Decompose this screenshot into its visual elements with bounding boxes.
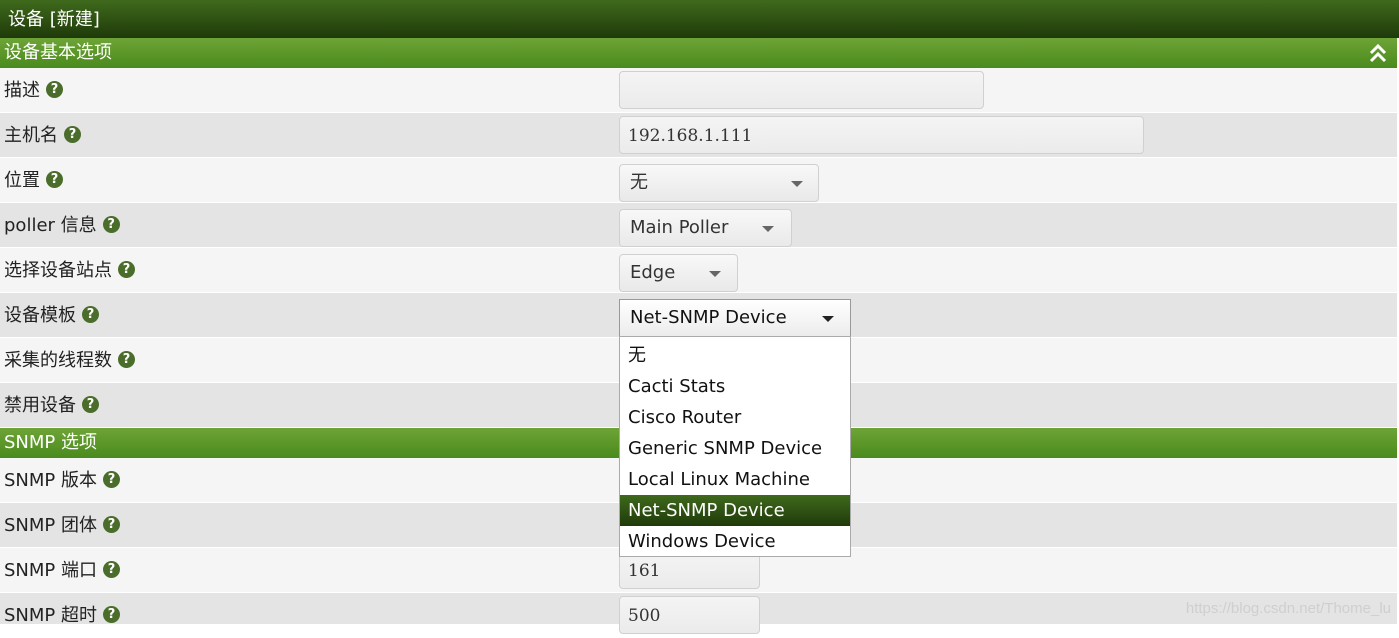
chevron-down-icon [791, 181, 803, 187]
field-label-disable: 禁用设备? [4, 383, 99, 428]
field-label-location: 位置? [4, 158, 63, 203]
poller-select[interactable]: Main Poller [619, 209, 792, 247]
dropdown-option[interactable]: Generic SNMP Device [620, 433, 850, 464]
field-label-template: 设备模板? [4, 293, 99, 338]
section-header-basic[interactable]: 设备基本选项 [0, 38, 1397, 68]
watermark: https://blog.csdn.net/Thome_lu [1185, 600, 1391, 617]
form-row-hostname: 主机名? 192.168.1.111 [0, 113, 1397, 158]
dropdown-option[interactable]: Windows Device [620, 526, 850, 557]
dropdown-option[interactable]: Local Linux Machine [620, 464, 850, 495]
help-icon[interactable]: ? [102, 216, 120, 233]
double-chevron-up-icon[interactable] [1369, 43, 1387, 63]
help-icon[interactable]: ? [82, 396, 99, 413]
form-row-description: 描述? [0, 68, 1397, 113]
site-select[interactable]: Edge [619, 254, 738, 292]
field-label-snmp-community: SNMP 团体? [4, 503, 120, 548]
window-title: 设备 [新建] [0, 0, 1399, 38]
help-icon[interactable]: ? [46, 81, 63, 98]
form-row-poller: poller 信息? Main Poller [0, 203, 1397, 248]
field-label-threads: 采集的线程数? [4, 338, 135, 383]
hostname-input[interactable]: 192.168.1.111 [619, 116, 1144, 154]
help-icon[interactable]: ? [103, 561, 120, 578]
field-label-snmp-timeout: SNMP 超时? [4, 593, 120, 638]
help-icon[interactable]: ? [46, 171, 63, 188]
field-label-snmp-port: SNMP 端口? [4, 548, 120, 593]
form-row-site: 选择设备站点? Edge [0, 248, 1397, 293]
field-label-description: 描述? [4, 68, 63, 113]
help-icon[interactable]: ? [118, 351, 135, 368]
field-label-poller: poller 信息? [4, 203, 120, 248]
field-label-hostname: 主机名? [4, 113, 81, 158]
help-icon[interactable]: ? [103, 471, 120, 488]
dropdown-option[interactable]: Cacti Stats [620, 371, 850, 402]
field-label-snmp-version: SNMP 版本? [4, 458, 120, 503]
help-icon[interactable]: ? [118, 261, 135, 278]
form-row-location: 位置? 无 [0, 158, 1397, 203]
chevron-down-icon [822, 316, 834, 322]
section-title-snmp: SNMP 选项 [4, 432, 97, 453]
help-icon[interactable]: ? [103, 516, 120, 533]
help-icon[interactable]: ? [82, 306, 99, 323]
description-input[interactable] [619, 71, 984, 109]
help-icon[interactable]: ? [64, 126, 81, 143]
template-dropdown-list: 无 Cacti Stats Cisco Router Generic SNMP … [619, 336, 851, 557]
field-label-site: 选择设备站点? [4, 248, 135, 293]
help-icon[interactable]: ? [103, 606, 120, 623]
dropdown-option-selected[interactable]: Net-SNMP Device [620, 495, 850, 526]
location-select[interactable]: 无 [619, 164, 819, 202]
form-row-template: 设备模板? Net-SNMP Device [0, 293, 1397, 338]
section-title-basic: 设备基本选项 [4, 42, 112, 63]
chevron-down-icon [709, 271, 721, 277]
dropdown-option[interactable]: 无 [620, 340, 850, 371]
template-select[interactable]: Net-SNMP Device [619, 299, 851, 337]
dropdown-option[interactable]: Cisco Router [620, 402, 850, 433]
snmp-timeout-input[interactable]: 500 [619, 596, 760, 634]
chevron-down-icon [762, 226, 774, 232]
